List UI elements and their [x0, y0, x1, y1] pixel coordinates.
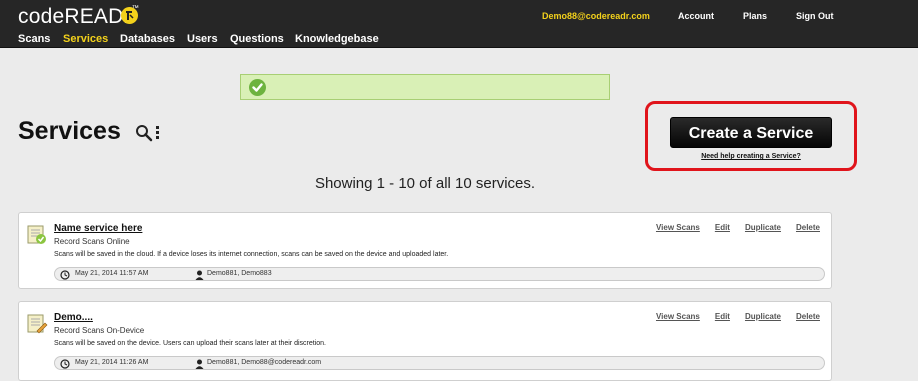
- user-email-link[interactable]: Demo88@codereadr.com: [542, 11, 650, 21]
- service-date: May 21, 2014 11:57 AM: [75, 270, 149, 277]
- view-scans-link[interactable]: View Scans: [656, 312, 700, 321]
- service-title-link[interactable]: Name service here: [54, 223, 142, 234]
- service-title-link[interactable]: Demo....: [54, 312, 93, 323]
- results-count-text: Showing 1 - 10 of all 10 services.: [314, 175, 536, 192]
- service-users: Demo881, Demo883: [207, 270, 272, 277]
- nav-users[interactable]: Users: [187, 33, 218, 45]
- service-card: Name service here Record Scans Online Sc…: [18, 212, 832, 289]
- service-users: Demo881, Demo88@codereadr.com: [207, 359, 322, 366]
- delete-link[interactable]: Delete: [796, 312, 820, 321]
- clock-icon: [60, 359, 70, 371]
- service-meta-bar: May 21, 2014 11:26 AM Demo881, Demo88@co…: [54, 356, 825, 370]
- logo-mark-icon: [121, 7, 138, 24]
- service-meta-bar: May 21, 2014 11:57 AM Demo881, Demo883: [54, 267, 825, 281]
- service-card: Demo.... Record Scans On-Device Scans wi…: [18, 301, 832, 381]
- nav-services[interactable]: Services: [63, 33, 108, 45]
- plans-link[interactable]: Plans: [743, 11, 767, 21]
- account-link[interactable]: Account: [678, 11, 714, 21]
- service-mode: Record Scans Online: [54, 237, 130, 246]
- view-scans-link[interactable]: View Scans: [656, 223, 700, 232]
- more-menu-icon[interactable]: [156, 126, 160, 141]
- on-device-service-icon: [26, 313, 48, 340]
- nav-databases[interactable]: Databases: [120, 33, 175, 45]
- user-icon: [195, 359, 204, 371]
- duplicate-link[interactable]: Duplicate: [745, 312, 781, 321]
- nav-scans[interactable]: Scans: [18, 33, 50, 45]
- create-service-help-link[interactable]: Need help creating a Service?: [670, 153, 832, 160]
- create-service-button[interactable]: Create a Service: [670, 117, 832, 148]
- service-description: Scans will be saved in the cloud. If a d…: [54, 251, 449, 258]
- sign-out-link[interactable]: Sign Out: [796, 11, 834, 21]
- service-description: Scans will be saved on the device. Users…: [54, 340, 326, 347]
- online-service-icon: [26, 224, 48, 251]
- nav-knowledgebase[interactable]: Knowledgebase: [295, 33, 379, 45]
- service-date: May 21, 2014 11:26 AM: [75, 359, 149, 366]
- edit-link[interactable]: Edit: [715, 223, 730, 232]
- user-icon: [195, 270, 204, 282]
- duplicate-link[interactable]: Duplicate: [745, 223, 781, 232]
- top-navigation-bar: codeREADr™ Scans Services Databases User…: [0, 0, 918, 48]
- delete-link[interactable]: Delete: [796, 223, 820, 232]
- edit-link[interactable]: Edit: [715, 312, 730, 321]
- nav-questions[interactable]: Questions: [230, 33, 284, 45]
- search-icon[interactable]: [135, 124, 153, 147]
- clock-icon: [60, 270, 70, 282]
- checkmark-icon: [249, 79, 266, 96]
- page-title: Services: [18, 117, 121, 145]
- success-banner: [240, 74, 610, 100]
- service-mode: Record Scans On-Device: [54, 326, 145, 335]
